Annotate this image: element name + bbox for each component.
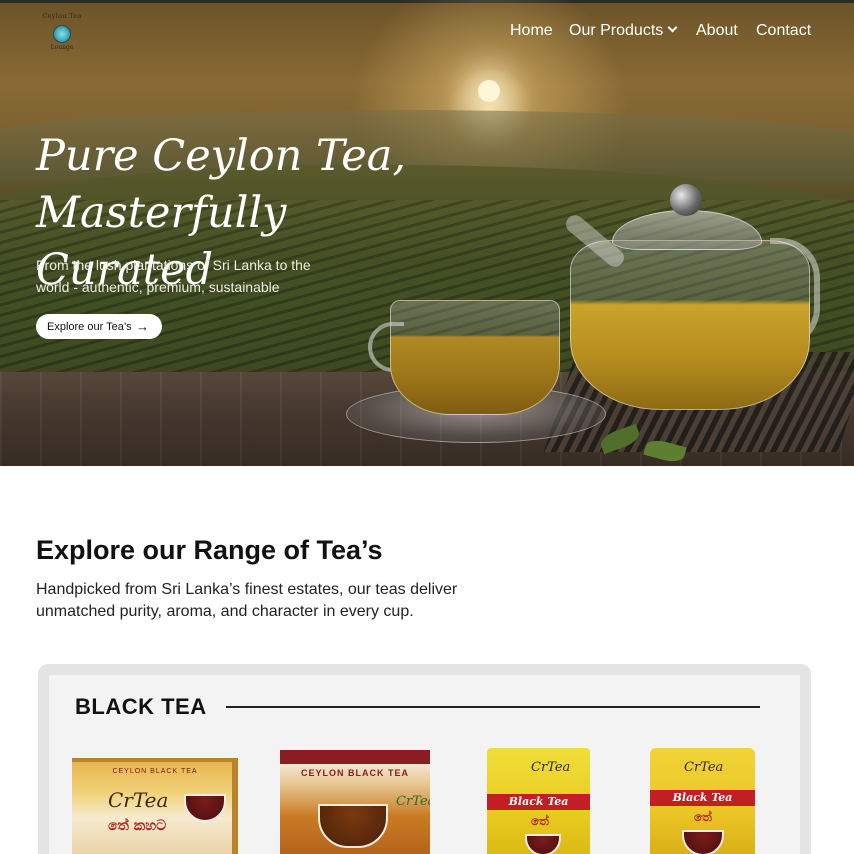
tea-cup-icon — [525, 834, 561, 854]
product-banner: FINEST QUALITY — [323, 753, 387, 759]
tea-cup-icon — [318, 804, 388, 848]
nav-our-products-label: Our Products — [569, 22, 664, 39]
range-title: Explore our Range of Tea’s — [36, 535, 383, 565]
tea-cup — [390, 300, 560, 415]
product-local-name: තේ — [694, 810, 712, 824]
product-brand: CrTea — [531, 760, 571, 775]
product-top-text: CEYLON BLACK TEA — [112, 768, 198, 775]
category-title: BLACK TEA — [75, 694, 207, 719]
logo-subtitle: Lounge — [50, 44, 74, 51]
tea-cup-icon — [184, 794, 226, 822]
product-card[interactable]: CEYLON BLACK TEA CrTea තේ කහට — [72, 758, 238, 854]
product-local-name: තේ කහට — [108, 818, 167, 834]
product-card[interactable]: CrTea Black Tea තේ — [650, 748, 755, 854]
product-card[interactable]: FINEST QUALITY CEYLON BLACK TEA CrTea — [280, 750, 430, 854]
product-band: Black Tea — [650, 790, 755, 806]
tea-cup-icon — [682, 830, 724, 854]
sun — [478, 80, 500, 102]
product-top-text: CEYLON BLACK TEA — [301, 768, 409, 778]
main-navigation: Home Our Products About Contact — [0, 22, 854, 44]
logo-title: Ceylon Tea — [42, 12, 82, 20]
teapot-knob — [670, 184, 702, 216]
hero-subtitle: From the lush plantations of Sri Lanka t… — [36, 257, 311, 295]
arrow-right-icon: → — [136, 319, 149, 334]
product-brand: CrTea — [684, 760, 724, 775]
range-subtitle: Handpicked from Sri Lanka’s finest estat… — [36, 581, 458, 620]
explore-teas-button[interactable]: Explore our Tea’s → — [36, 314, 162, 339]
product-local-name: තේ — [531, 814, 549, 828]
product-brand: CrTea — [108, 788, 169, 812]
category-divider — [226, 706, 760, 708]
product-card[interactable]: CrTea Black Tea තේ — [487, 748, 590, 854]
nav-about[interactable]: About — [696, 22, 738, 40]
explore-teas-label: Explore our Tea’s — [47, 320, 132, 333]
product-band: Black Tea — [487, 794, 590, 810]
chevron-down-icon — [667, 22, 678, 33]
hero-title-line1: Pure Ceylon Tea, — [36, 131, 407, 181]
nav-home[interactable]: Home — [510, 22, 553, 40]
nav-contact[interactable]: Contact — [756, 22, 811, 40]
glass-teapot — [570, 240, 810, 410]
product-brand: CrTea — [396, 794, 430, 809]
nav-our-products[interactable]: Our Products — [569, 22, 678, 40]
